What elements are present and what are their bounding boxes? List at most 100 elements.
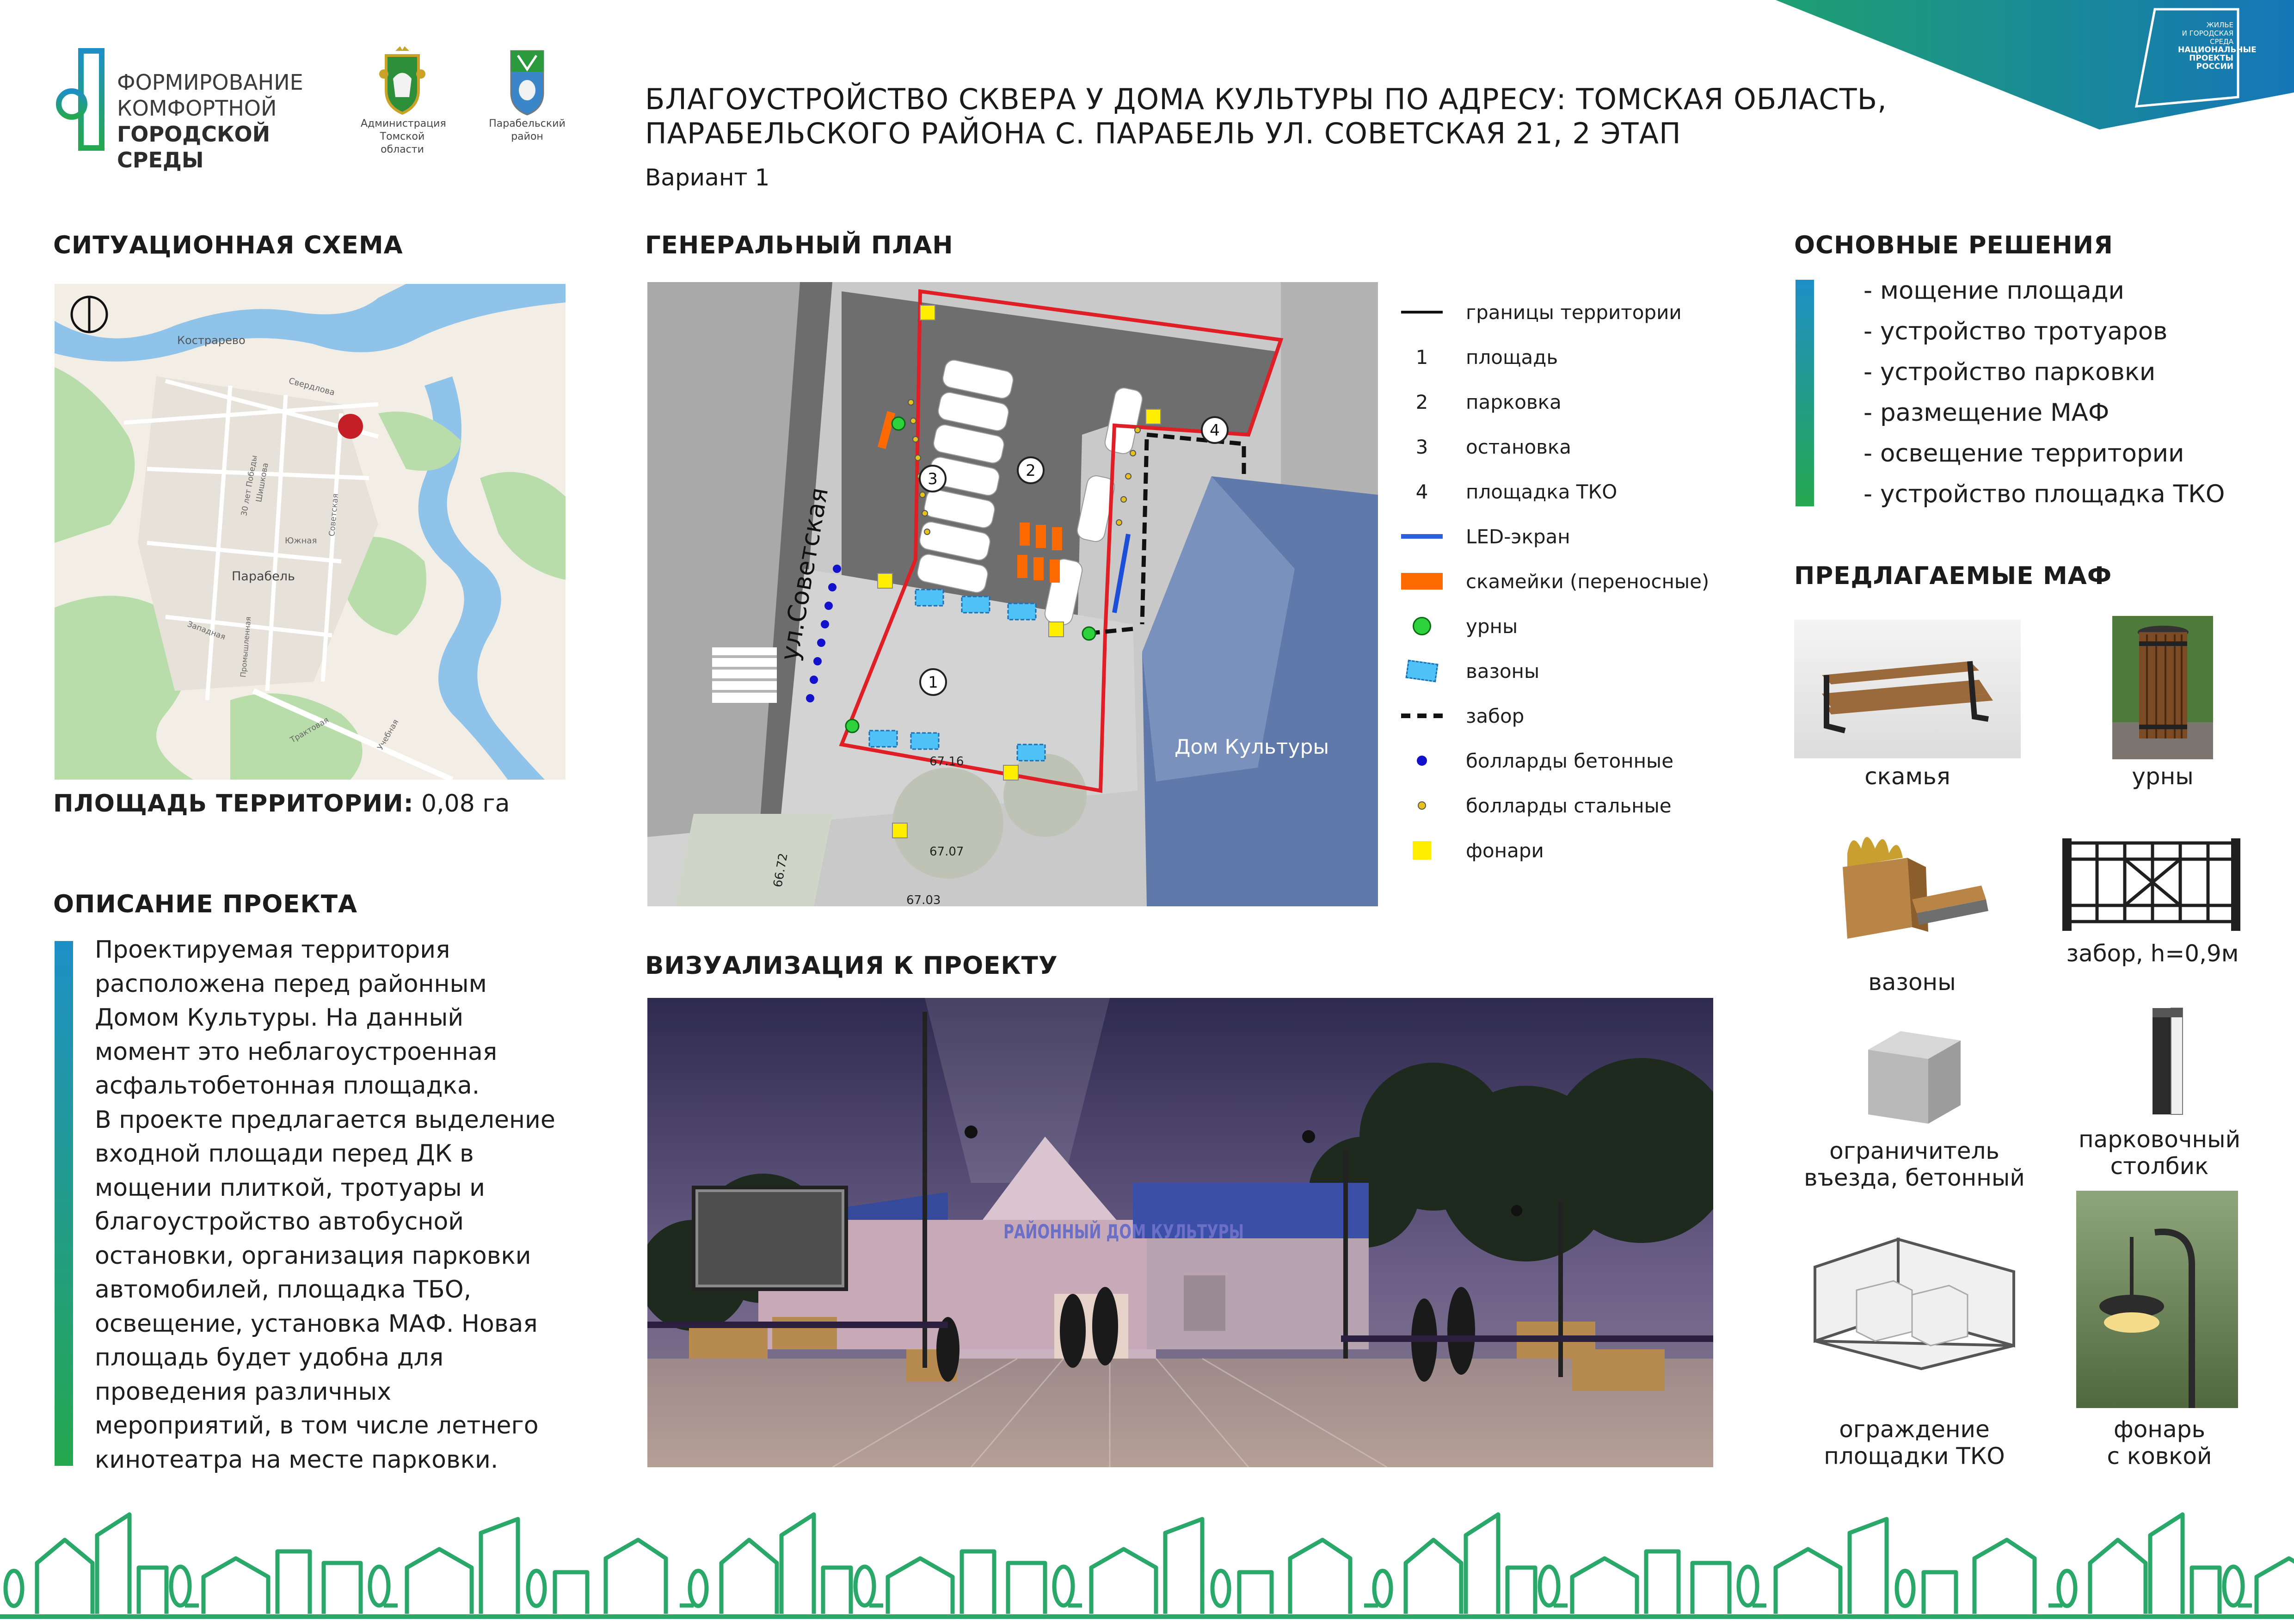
tko-caption-line-1: ограждение [1839, 1416, 1990, 1443]
skyline-block [688, 1512, 1378, 1614]
bench-image [1794, 620, 2021, 758]
general-plan-heading: ГЕНЕРАЛЬНЫЙ ПЛАН [645, 231, 953, 259]
legend-cyan-rect-icon [1401, 657, 1443, 685]
legend-yellow-square-icon [1401, 837, 1443, 864]
description-line: Домом Культуры. На данный [95, 1004, 464, 1032]
legend-item: забор [1401, 702, 1771, 730]
description-heading: ОПИСАНИЕ ПРОЕКТА [53, 890, 358, 918]
description-line: остановки, организация парковки [95, 1242, 531, 1270]
description-line: мощении плиткой, тротуары и [95, 1174, 485, 1202]
waste-bin-icon [2112, 626, 2213, 759]
lamp-caption-line-1: фонарь [2114, 1416, 2205, 1443]
skyline-block [2056, 1512, 2294, 1614]
limiter-caption-line-1: ограничитель [1829, 1138, 1999, 1164]
national-projects-ribbon: ЖИЛЬЕ И ГОРОДСКАЯ СРЕДА НАЦИОНАЛЬНЫЕ ПРО… [1776, 0, 2294, 129]
zone-number-2: 2 [1026, 461, 1036, 480]
legend-item: 2 парковка [1401, 388, 1771, 416]
solution-item: - размещение МАФ [1863, 399, 2109, 427]
solution-item: - устройство парковки [1863, 358, 2156, 386]
lamp-image [2076, 1191, 2238, 1408]
legend-item: болларды бетонные [1401, 747, 1771, 775]
legend-led-line-icon [1401, 523, 1443, 550]
tko-caption-line-2: площадки ТКО [1824, 1443, 2005, 1470]
post-image [2134, 1003, 2194, 1119]
limiter-image [1859, 1022, 1970, 1128]
parabel-emblem: Парабельский район [481, 46, 573, 153]
legend-number-icon: 1 [1415, 345, 1428, 369]
description-line: площадь будет удобна для [95, 1344, 444, 1372]
tko-fence-image [1806, 1230, 2023, 1373]
lamp-caption-line-2: с ковкой [2107, 1443, 2212, 1470]
skyline-block [3, 1512, 694, 1614]
bench-caption: скамья [1864, 763, 1950, 790]
post-caption-line-2: столбик [2110, 1153, 2209, 1180]
legend-line-black-icon [1401, 298, 1443, 326]
district-line-1: Парабельский [489, 118, 566, 129]
site-plan-svg: 1 2 3 4 67.16 67.07 66.72 67.03 [647, 282, 1378, 906]
solution-item: - освещение территории [1863, 439, 2184, 468]
map-label-yuzhnaya: Южная [285, 536, 317, 546]
post-caption: парковочный столбик [2053, 1126, 2266, 1180]
situation-map-drawing [55, 284, 566, 780]
description-line: освещение, установка МАФ. Новая [95, 1310, 538, 1338]
limiter-caption: ограничитель въезда, бетонный [1785, 1138, 2044, 1191]
general-plan-drawing: 1 2 3 4 67.16 67.07 66.72 67.03 ул.Совет… [647, 282, 1378, 906]
elevation-label: 67.07 [929, 845, 964, 859]
national-line-2: И ГОРОДСКАЯ СРЕДА [2182, 29, 2233, 46]
map-label-kostarevo: Кострарево [177, 334, 246, 347]
legend-item: урны [1401, 612, 1771, 640]
concrete-block-icon [1868, 1031, 1961, 1124]
skyline-pattern-icon [0, 1512, 2294, 1619]
legend-label: границы территории [1466, 301, 1682, 324]
ffgs-logo-icon [56, 48, 105, 151]
logo-line-3: ГОРОДСКОЙ СРЕДЫ [117, 122, 271, 172]
legend-label: скамейки (переносные) [1466, 570, 1710, 593]
parabel-coat-of-arms-icon [510, 50, 544, 116]
legend-label: забор [1466, 704, 1525, 727]
dk-sign-text: РАЙОННЫЙ ДОМ КУЛЬТУРЫ [1003, 1220, 1244, 1243]
situation-heading: СИТУАЦИОННАЯ СХЕМА [53, 231, 403, 259]
legend-label: площадка ТКО [1466, 480, 1617, 503]
description-line: мероприятий, в том числе летнего [95, 1412, 539, 1439]
elevation-label: 67.16 [929, 755, 964, 769]
description-line: автомобилей, площадка ТБО, [95, 1276, 472, 1304]
bench-icon [1822, 661, 1993, 733]
solution-item: - устройство тротуаров [1863, 317, 2168, 345]
legend-yellow-dot-icon [1401, 792, 1443, 819]
elevation-label: 67.03 [906, 893, 941, 906]
planters-image [1833, 825, 1991, 964]
legend-item: фонари [1401, 837, 1771, 864]
legend-item: LED-экран [1401, 523, 1771, 550]
legend-number-icon: 2 [1415, 390, 1428, 413]
legend-label: LED-экран [1466, 525, 1570, 548]
tko-enclosure-icon [1814, 1237, 2015, 1371]
building-label: Дом Культуры [1175, 735, 1329, 759]
description-accent-bar [55, 941, 73, 1466]
map-label-parabel: Парабель [232, 569, 295, 584]
limiter-caption-line-2: въезда, бетонный [1804, 1164, 2025, 1191]
legend-label: площадь [1466, 345, 1558, 369]
ffgs-logo: ФОРМИРОВАНИЕ КОМФОРТНОЙ ГОРОДСКОЙ СРЕДЫ [53, 46, 358, 172]
solutions-list: - мощение площади - устройство тротуаров… [1794, 277, 2257, 517]
solutions-heading: ОСНОВНЫЕ РЕШЕНИЯ [1794, 231, 2113, 259]
legend-dashed-line-icon [1401, 702, 1443, 730]
district-line-2: район [511, 131, 543, 142]
zone-number-1: 1 [928, 673, 938, 692]
legend-label: остановка [1466, 435, 1572, 458]
planter-bench-icon [1843, 837, 1988, 939]
national-line-5: РОССИИ [2196, 62, 2233, 71]
legend-blue-dot-icon [1401, 747, 1443, 775]
bins-image [2112, 616, 2213, 759]
situation-map: Кострарево Свердлова 30 лет Победы Шишко… [55, 284, 566, 780]
legend-item: скамейки (переносные) [1401, 567, 1771, 595]
solution-item: - устройство площадка ТКО [1863, 480, 2225, 508]
page-title: БЛАГОУСТРОЙСТВО СКВЕРА У ДОМА КУЛЬТУРЫ П… [645, 82, 1887, 151]
area-value: 0,08 га [421, 790, 510, 818]
logo-line-2: КОМФОРТНОЙ [117, 96, 277, 121]
description-line: входной площади перед ДК в [95, 1140, 474, 1168]
post-caption-line-1: парковочный [2078, 1126, 2241, 1153]
area-info: ПЛОЩАДЬ ТЕРРИТОРИИ: 0,08 га [53, 790, 510, 818]
national-line-1: ЖИЛЬЕ [2206, 21, 2233, 29]
legend-item: болларды стальные [1401, 792, 1771, 819]
zone-number-3: 3 [928, 470, 938, 488]
